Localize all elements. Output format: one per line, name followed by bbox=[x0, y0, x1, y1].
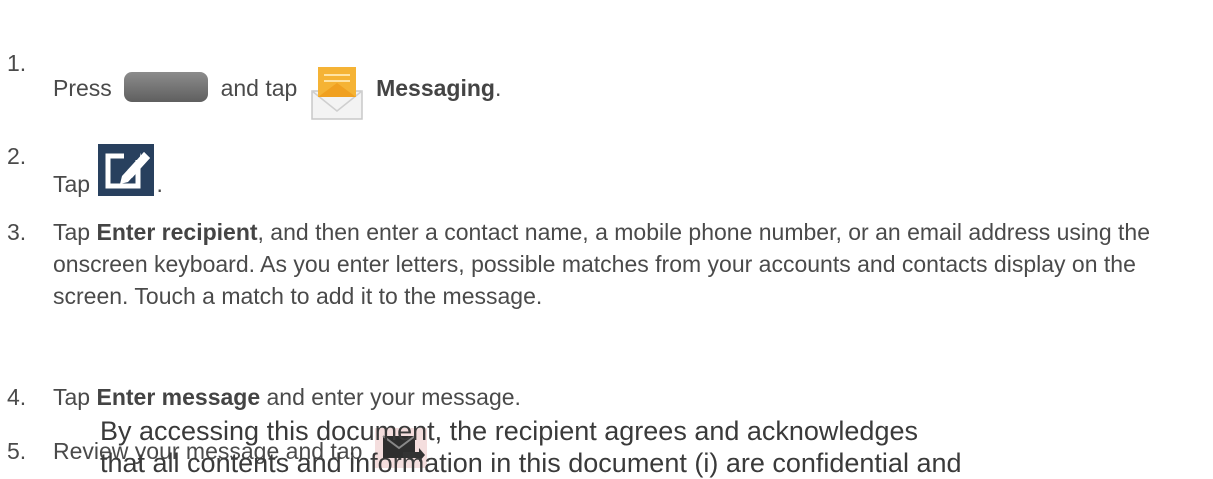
step-text-after: and enter your message. bbox=[266, 384, 521, 410]
step-number: 5. bbox=[7, 438, 27, 464]
step-text: Tap Enter recipient, and then enter a co… bbox=[53, 216, 1183, 312]
messaging-label: Messaging bbox=[376, 75, 495, 102]
step-number: 3. bbox=[7, 219, 27, 245]
step-number: 4. bbox=[7, 384, 27, 410]
step-text: Tap . bbox=[53, 140, 163, 200]
step-text-before: Press bbox=[53, 75, 112, 102]
step-number: 2. bbox=[7, 143, 27, 169]
step-number: 1. bbox=[7, 50, 27, 76]
step-text-after: . bbox=[494, 75, 502, 102]
step-text: Press and tap Messaging. bbox=[53, 47, 502, 120]
disclaimer-line-1: By accessing this document, the recipien… bbox=[100, 416, 918, 446]
disclaimer-line-2: that all contents and information in thi… bbox=[100, 448, 962, 478]
step-text-before: Tap bbox=[53, 171, 91, 197]
compose-icon bbox=[96, 142, 156, 202]
step-text-middle: and tap bbox=[220, 75, 298, 102]
enter-message-label: Enter message bbox=[96, 384, 261, 410]
messaging-envelope-icon bbox=[308, 65, 366, 123]
step-text-before: Tap bbox=[53, 384, 91, 410]
home-key-icon bbox=[124, 72, 209, 102]
step-text: Tap Enter message and enter your message… bbox=[53, 381, 521, 413]
step-text-before: Tap bbox=[53, 219, 91, 245]
enter-recipient-label: Enter recipient bbox=[96, 219, 258, 245]
step-text-after: . bbox=[156, 171, 163, 197]
